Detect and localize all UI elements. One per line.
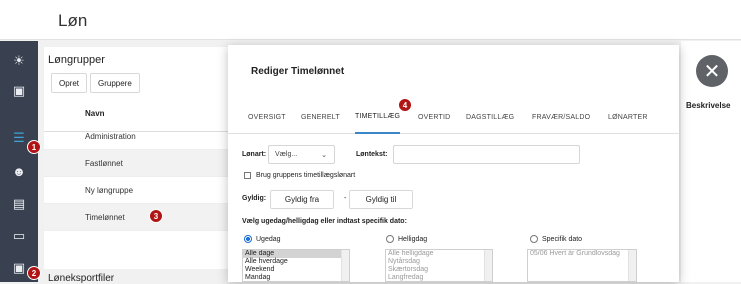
scrollbar[interactable] [341, 250, 349, 281]
briefcase-icon[interactable]: ▣ [0, 78, 38, 104]
gyldig-label: Gyldig: [242, 195, 267, 202]
edit-modal: Rediger Timelønnet OVERSIGT GENERELT TIM… [228, 45, 679, 282]
tab-oversigt[interactable]: OVERSIGT [248, 100, 286, 134]
tab-dagstillaeg[interactable]: DAGSTILLÆG [466, 100, 514, 134]
tab-lonarter[interactable]: LØNARTER [608, 100, 648, 134]
list-item[interactable]: Weekend [243, 266, 349, 274]
radio-helligdag-label: Helligdag [398, 236, 428, 243]
tab-fravaer-saldo[interactable]: FRAVÆR/SALDO [532, 100, 590, 134]
close-icon[interactable]: ✕ [696, 55, 728, 87]
date-separator: - [344, 195, 347, 202]
lontekst-label: Løntekst: [356, 151, 388, 158]
radio-ugedag[interactable] [244, 235, 252, 243]
choose-label: Vælg ugedag/helligdag eller indtast spec… [242, 218, 407, 225]
valid-to-button[interactable]: Gyldig til [349, 190, 413, 209]
panel-title: Løngrupper [48, 54, 105, 66]
valid-from-button[interactable]: Gyldig fra [270, 190, 334, 209]
id-card-icon[interactable]: ▭ [0, 223, 38, 249]
list-item[interactable]: Langfredag [386, 274, 492, 281]
list-item[interactable]: Mandag [243, 274, 349, 281]
lonngrupper-panel: Løngrupper Opret Gruppere Navn Administr… [44, 47, 254, 269]
table-row[interactable]: Administration [44, 123, 254, 150]
radio-ugedag-label: Ugedag [256, 236, 281, 243]
table-row[interactable]: Fastlønnet [44, 150, 254, 177]
step-badge-3: 3 [149, 209, 163, 223]
table-row[interactable]: Ny løngruppe [44, 177, 254, 204]
page-title: Løn [58, 11, 88, 30]
list-item[interactable]: Alle hverdage [243, 258, 349, 266]
radio-specifik-label: Specifik dato [542, 236, 583, 243]
scrollbar[interactable] [628, 250, 636, 281]
sidebar: ☀ ▣ ☰ ☻ ▤ ▭ ▣ [0, 41, 38, 282]
tab-generelt[interactable]: GENERELT [301, 100, 340, 134]
list-item[interactable]: 05/06 Hvert år Grundlovsdag [528, 250, 636, 258]
sun-icon[interactable]: ☀ [0, 48, 38, 74]
ugedag-listbox[interactable]: Alle dage Alle hverdage Weekend Mandag [242, 249, 350, 282]
lontekst-input[interactable] [393, 145, 580, 164]
step-badge-4: 4 [398, 98, 412, 112]
description-header: Beskrivelse [686, 101, 731, 110]
radio-specifik-dato[interactable] [530, 235, 538, 243]
lonart-label: Lønart: [242, 151, 267, 158]
tab-overtid[interactable]: OVERTID [418, 100, 450, 134]
use-group-label: Brug gruppens timetillægslønart [256, 172, 356, 179]
list-item[interactable]: Nytårsdag [386, 258, 492, 266]
radio-helligdag[interactable] [386, 235, 394, 243]
list-item[interactable]: Alle helligdage [386, 250, 492, 258]
modal-title: Rediger Timelønnet [251, 66, 345, 77]
list-item[interactable]: Skærtorsdag [386, 266, 492, 274]
list-icon[interactable]: ▤ [0, 191, 38, 217]
list-item[interactable]: Alle dage [243, 250, 349, 258]
chevron-down-icon: ⌄ [321, 151, 327, 159]
use-group-checkbox[interactable] [244, 172, 251, 179]
tab-bar: OVERSIGT GENERELT TIMETILLÆG OVERTID DAG… [228, 100, 679, 134]
create-button[interactable]: Opret [51, 73, 88, 93]
section-title-exports: Løneksportfiler [48, 273, 115, 284]
specifik-dato-listbox[interactable]: 05/06 Hvert år Grundlovsdag [527, 249, 637, 282]
lonart-select[interactable]: Vælg... ⌄ [268, 145, 335, 164]
top-bar: Løn [0, 0, 741, 40]
tab-timetillaeg[interactable]: TIMETILLÆG [355, 100, 401, 134]
helligdag-listbox[interactable]: Alle helligdage Nytårsdag Skærtorsdag La… [385, 249, 493, 282]
lonart-value: Vælg... [275, 151, 298, 158]
users-icon[interactable]: ☻ [0, 158, 38, 184]
group-button[interactable]: Gruppere [90, 73, 140, 93]
scrollbar[interactable] [484, 250, 492, 281]
